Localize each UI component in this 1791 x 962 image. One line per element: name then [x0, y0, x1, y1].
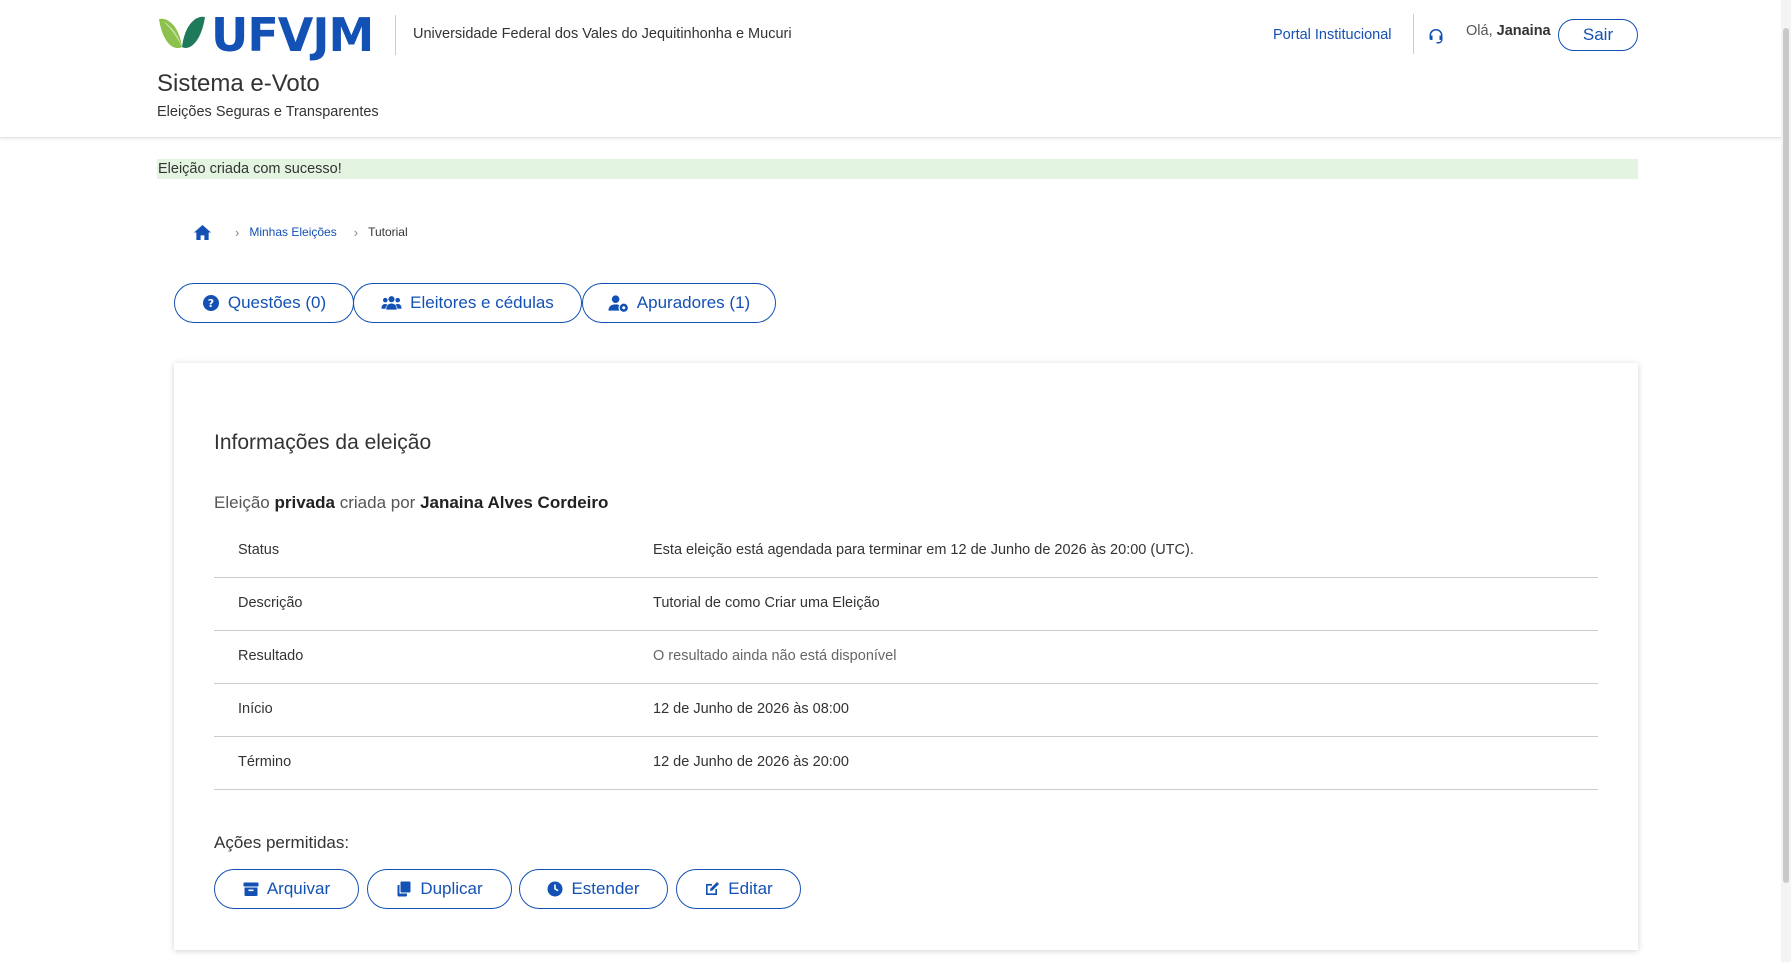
breadcrumb-minhas-eleicoes[interactable]: Minhas Eleições [249, 225, 336, 239]
archive-button[interactable]: Arquivar [214, 869, 359, 909]
chevron-right-icon: › [353, 224, 359, 240]
question-circle-icon: ? [202, 295, 219, 311]
duplicate-button[interactable]: Duplicar [367, 869, 512, 909]
copy-icon [397, 881, 411, 897]
duplicate-label: Duplicar [420, 879, 483, 898]
info-value: O resultado ainda não está disponível [653, 648, 897, 664]
info-key: Descrição [238, 595, 303, 611]
info-value: 12 de Junho de 2026 às 20:00 [653, 754, 849, 770]
card-title: Informações da eleição [214, 431, 432, 454]
tab-apuradores-label: Apuradores (1) [636, 293, 751, 312]
svg-text:?: ? [208, 297, 214, 310]
tab-apuradores[interactable]: Apuradores (1) [582, 283, 776, 323]
vertical-scrollbar[interactable] [1781, 0, 1791, 962]
info-value: Tutorial de como Criar uma Eleição [653, 595, 880, 611]
info-row-descricao: Descrição Tutorial de como Criar uma Ele… [214, 578, 1598, 631]
header: UFVJM Universidade Federal dos Vales do … [0, 0, 1791, 138]
edit-button[interactable]: Editar [676, 869, 801, 909]
edit-label: Editar [728, 879, 773, 898]
creator-mid: criada por [339, 493, 416, 512]
archive-label: Arquivar [266, 879, 331, 898]
info-key: Status [238, 542, 280, 558]
info-row-resultado: Resultado O resultado ainda não está dis… [214, 631, 1598, 684]
header-divider [395, 15, 396, 55]
chevron-right-icon: › [235, 224, 240, 240]
breadcrumb-current: Tutorial [368, 225, 408, 239]
clock-icon [547, 881, 563, 897]
success-alert: Eleição criada com sucesso! [157, 159, 1638, 179]
info-row-status: Status Esta eleição está agendada para t… [214, 525, 1598, 578]
election-visibility: privada [274, 493, 335, 512]
university-name: Universidade Federal dos Vales do Jequit… [413, 26, 792, 42]
user-gear-icon [608, 295, 628, 312]
tab-eleitores-label: Eleitores e cédulas [410, 293, 554, 312]
headset-icon[interactable] [1427, 27, 1445, 45]
info-value: 12 de Junho de 2026 às 08:00 [653, 701, 849, 717]
election-info-card: Informações da eleição Eleição privada c… [174, 363, 1638, 950]
info-key: Início [238, 701, 273, 717]
user-name: Janaina [1496, 23, 1551, 39]
actions-label: Ações permitidas: [214, 833, 350, 852]
logo-text: UFVJM [211, 8, 374, 62]
logout-button[interactable]: Sair [1558, 19, 1638, 51]
info-value: Esta eleição está agendada para terminar… [653, 542, 1194, 558]
edit-icon [706, 882, 720, 895]
info-key: Término [238, 754, 292, 770]
ufvjm-logo[interactable]: UFVJM [157, 8, 374, 62]
scrollbar-thumb[interactable] [1783, 28, 1789, 883]
tab-questoes[interactable]: ? Questões (0) [174, 283, 354, 323]
home-icon[interactable] [193, 224, 212, 241]
info-row-termino: Término 12 de Junho de 2026 às 20:00 [214, 737, 1598, 790]
extend-label: Estender [571, 879, 640, 898]
user-greeting: Olá, Janaina [1466, 23, 1551, 39]
tab-eleitores[interactable]: Eleitores e cédulas [353, 283, 582, 323]
info-key: Resultado [238, 648, 304, 664]
tab-questoes-label: Questões (0) [227, 293, 327, 312]
logo-leaf-icon [159, 16, 205, 49]
election-info-table: Status Esta eleição está agendada para t… [214, 525, 1598, 790]
users-icon [381, 296, 402, 310]
greeting-prefix: Olá, [1466, 23, 1493, 39]
election-creator-line: Eleição privada criada por Janaina Alves… [214, 493, 608, 513]
system-title: Sistema e-Voto [157, 70, 320, 97]
archive-icon [243, 882, 259, 896]
creator-prefix: Eleição [214, 493, 270, 512]
system-subtitle: Eleições Seguras e Transparentes [157, 104, 379, 120]
header-divider-right [1413, 14, 1414, 54]
breadcrumb: › Minhas Eleições › Tutorial [193, 222, 408, 242]
portal-institucional-link[interactable]: Portal Institucional [1273, 27, 1391, 43]
creator-name: Janaina Alves Cordeiro [420, 493, 609, 512]
info-row-inicio: Início 12 de Junho de 2026 às 08:00 [214, 684, 1598, 737]
extend-button[interactable]: Estender [519, 869, 668, 909]
